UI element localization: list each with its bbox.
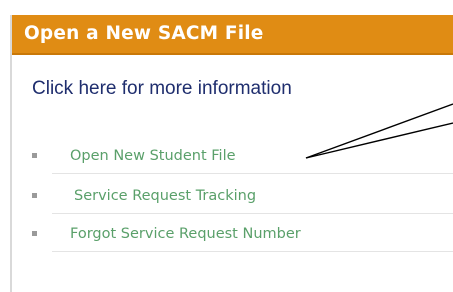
panel-header: Open a New SACM File bbox=[12, 15, 453, 55]
square-bullet-icon bbox=[32, 153, 37, 158]
square-bullet-icon bbox=[32, 193, 37, 198]
more-info-link[interactable]: Click here for more information bbox=[32, 78, 292, 100]
menu-item-label[interactable]: Open New Student File bbox=[70, 148, 236, 164]
menu-item-forgot-service-request-number[interactable]: Forgot Service Request Number bbox=[27, 226, 453, 252]
divider bbox=[52, 213, 453, 214]
menu-item-service-request-tracking[interactable]: Service Request Tracking bbox=[27, 188, 453, 214]
sacm-panel: Open a New SACM File Click here for more… bbox=[10, 15, 453, 292]
panel-title: Open a New SACM File bbox=[24, 23, 264, 44]
divider bbox=[52, 173, 453, 174]
menu-item-open-new-student-file[interactable]: Open New Student File bbox=[27, 148, 453, 174]
menu-item-label[interactable]: Service Request Tracking bbox=[74, 188, 256, 204]
divider bbox=[52, 251, 453, 252]
menu-item-label[interactable]: Forgot Service Request Number bbox=[70, 226, 301, 242]
square-bullet-icon bbox=[32, 231, 37, 236]
